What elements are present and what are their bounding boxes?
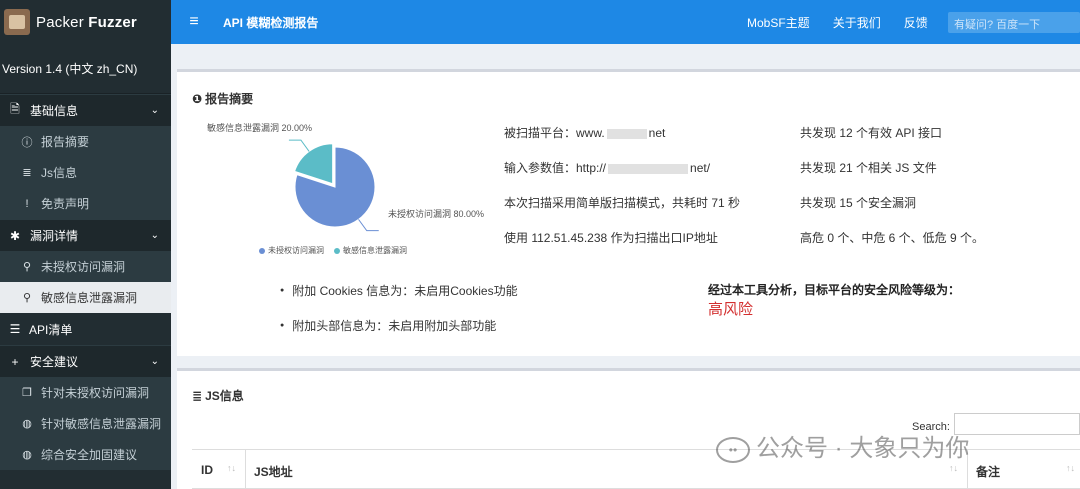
severity-levels: 高危 0 个、中危 6 个、低危 9 个。 xyxy=(800,231,985,245)
scanned-platform: 被扫描平台：www. net xyxy=(504,126,666,140)
link-feedback[interactable]: 反馈 xyxy=(904,14,928,31)
report-summary-heading: ❶ 报告摘要 xyxy=(192,92,254,106)
topbar: ≡ API 模糊检测报告 MobSF主题 关于我们 反馈 有疑问? 百度一下 xyxy=(171,0,1080,44)
input-parameter: 输入参数值：http://net/ xyxy=(504,161,711,175)
col-id[interactable]: ID xyxy=(201,463,213,477)
headers-info: 附加头部信息为：未启用附加头部功能 xyxy=(280,317,496,334)
brand[interactable]: Packer Fuzzer xyxy=(0,0,171,44)
scan-mode: 本次扫描采用简单版扫描模式，共耗时 71 秒 xyxy=(504,196,741,210)
info-circle-icon: ⓘ xyxy=(21,136,33,149)
redacted-block xyxy=(608,163,689,174)
sidebar-item-disclaimer[interactable]: ! 免责声明 xyxy=(0,188,171,219)
chevron-down-icon: ⌄ xyxy=(150,230,159,241)
plus-icon: + xyxy=(11,354,19,369)
search-icon: ⚲ xyxy=(22,261,32,273)
col-remark[interactable]: 备注 xyxy=(976,463,1000,480)
watermark: •• 公众号 · 大象只为你 xyxy=(716,428,969,463)
list-icon: ☰ xyxy=(9,322,21,336)
js-info-heading: ≣ JS信息 xyxy=(192,389,244,403)
sidebar-section-vuln-details[interactable]: ✱ 漏洞详情 ⌄ xyxy=(0,219,171,251)
chevron-down-icon: ⌄ xyxy=(150,356,159,367)
sort-icon[interactable]: ↑↓ xyxy=(949,463,958,473)
sidebar-item-sensitive-leak[interactable]: ⚲ 敏感信息泄露漏洞 xyxy=(0,282,171,313)
sidebar-item-advice-sensitive[interactable]: ◍ 针对敏感信息泄露漏洞 xyxy=(0,408,171,439)
sidebar: Packer Fuzzer Version 1.4 (中文 zh_CN) 🗎 基… xyxy=(0,0,171,489)
table-search-input[interactable] xyxy=(954,413,1080,435)
baidu-search-input[interactable]: 有疑问? 百度一下 xyxy=(948,12,1080,33)
search-icon: ⚲ xyxy=(22,292,32,304)
column-divider xyxy=(245,450,246,489)
redacted-block xyxy=(606,128,647,139)
pie-leader-line-1 xyxy=(288,139,310,152)
version-label: Version 1.4 (中文 zh_CN) xyxy=(0,44,171,94)
legend-item-sensitive[interactable]: 敏感信息泄露漏洞 xyxy=(334,245,407,256)
brand-title: Packer Fuzzer xyxy=(36,13,137,31)
pie-legend: 未授权访问漏洞 敏感信息泄露漏洞 xyxy=(259,245,407,256)
sidebar-item-api-list[interactable]: ☰ API清单 xyxy=(0,313,171,345)
col-js-address[interactable]: JS地址 xyxy=(254,463,293,480)
report-summary-box: ❶ 报告摘要 敏感信息泄露漏洞 20.00% 未授权访问漏洞 80.00% 未授权… xyxy=(177,69,1080,356)
topbar-links: MobSF主题 关于我们 反馈 xyxy=(747,14,928,31)
legend-dot xyxy=(259,247,265,254)
risk-level: 高风险 xyxy=(708,301,754,318)
pie-label-unauthorized: 未授权访问漏洞 80.00% xyxy=(388,209,485,219)
legend-item-unauthorized[interactable]: 未授权访问漏洞 xyxy=(259,245,324,256)
api-count: 共发现 12 个有效 API 接口 xyxy=(800,126,943,140)
brand-logo xyxy=(4,9,30,35)
pie-svg xyxy=(288,139,379,232)
vuln-count: 共发现 15 个安全漏洞 xyxy=(800,196,917,210)
js-count: 共发现 21 个相关 JS 文件 xyxy=(800,161,937,175)
globe-icon: ◍ xyxy=(22,449,32,461)
sidebar-item-unauthorized-access[interactable]: ⚲ 未授权访问漏洞 xyxy=(0,251,171,282)
vuln-pie-chart: 敏感信息泄露漏洞 20.00% 未授权访问漏洞 80.00% 未授权访问漏洞 敏… xyxy=(189,123,489,265)
pie-leader-line-0 xyxy=(358,219,379,232)
copy-icon: ❐ xyxy=(22,387,32,399)
page-title: API 模糊检测报告 xyxy=(223,15,319,30)
sort-icon[interactable]: ↑↓ xyxy=(1066,463,1075,473)
sidebar-item-js-info[interactable]: ≣ Js信息 xyxy=(0,157,171,188)
sort-icon[interactable]: ↑↓ xyxy=(227,463,236,473)
cookies-info: 附加 Cookies 信息为：未启用Cookies功能 xyxy=(280,282,517,299)
sidebar-section-security[interactable]: + 安全建议 ⌄ xyxy=(0,345,171,377)
globe-icon: ◍ xyxy=(22,418,32,430)
chevron-down-icon: ⌄ xyxy=(150,105,159,116)
bug-icon: ✱ xyxy=(9,228,21,243)
sidebar-item-report-summary[interactable]: ⓘ 报告摘要 xyxy=(0,126,171,157)
file-icon: 🗎 xyxy=(10,102,20,116)
info-circle-icon: ❶ xyxy=(192,92,203,106)
link-mobsf-theme[interactable]: MobSF主题 xyxy=(747,14,810,31)
legend-dot xyxy=(334,247,340,254)
link-about-us[interactable]: 关于我们 xyxy=(833,14,881,31)
sidebar-section-basic-info[interactable]: 🗎 基础信息 ⌄ xyxy=(0,94,171,126)
risk-question: 经过本工具分析，目标平台的安全风险等级为： xyxy=(708,283,961,297)
pie-label-sensitive: 敏感信息泄露漏洞 20.00% xyxy=(207,123,313,133)
main-content: ❶ 报告摘要 敏感信息泄露漏洞 20.00% 未授权访问漏洞 80.00% 未授权… xyxy=(171,44,1080,489)
exclamation-icon: ! xyxy=(25,197,29,210)
egress-ip: 使用 112.51.45.238 作为扫描出口IP地址 xyxy=(504,231,718,245)
sidebar-item-advice-hardening[interactable]: ◍ 综合安全加固建议 xyxy=(0,439,171,470)
database-icon: ≣ xyxy=(22,167,32,179)
wechat-icon: •• xyxy=(716,436,750,463)
sidebar-item-advice-unauthorized[interactable]: ❐ 针对未授权访问漏洞 xyxy=(0,377,171,408)
database-icon: ≣ xyxy=(192,389,203,403)
hamburger-menu-icon[interactable]: ≡ xyxy=(171,13,217,31)
